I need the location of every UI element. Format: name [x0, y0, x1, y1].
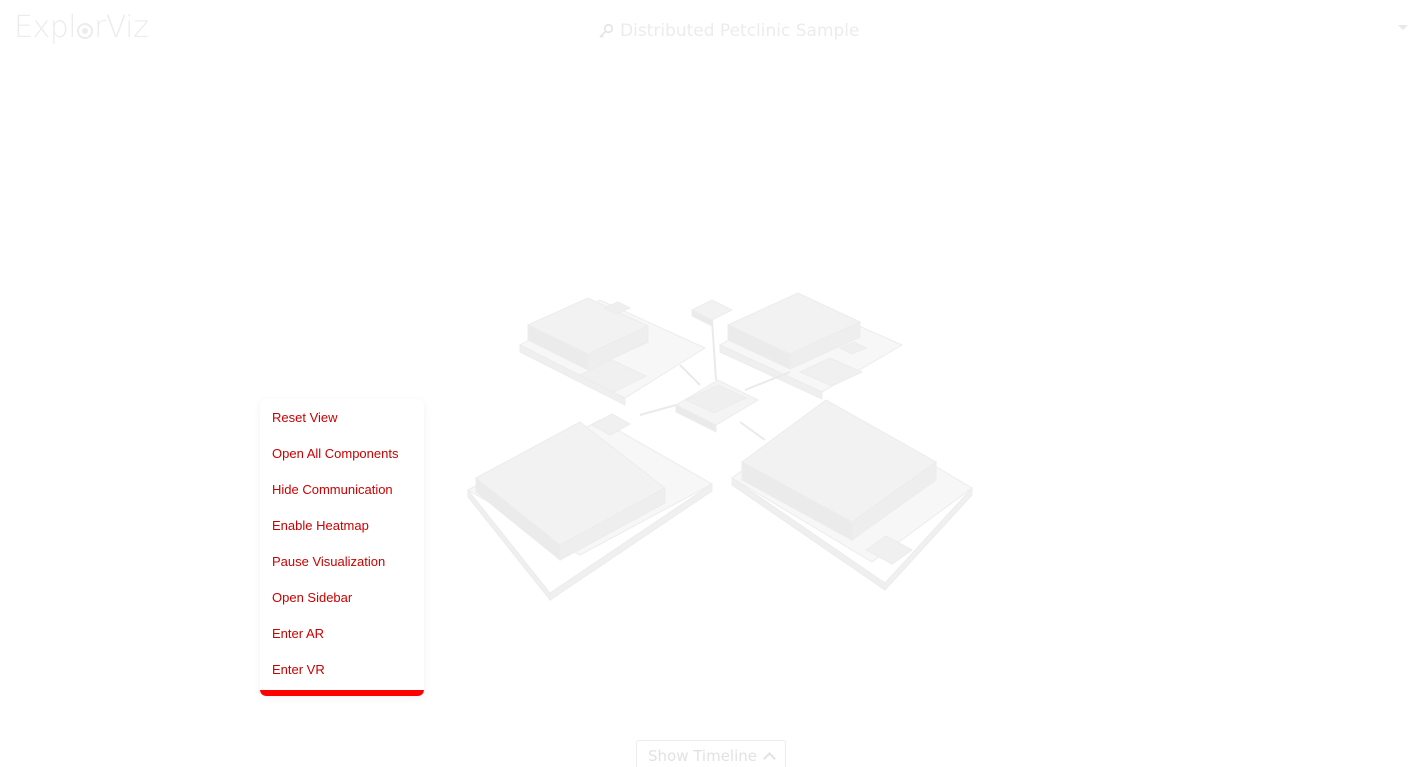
application-bottom-right[interactable]: [731, 399, 973, 592]
context-menu: Reset View Open All Components Hide Comm…: [260, 399, 424, 696]
logo-text-end: rViz: [94, 10, 149, 45]
landscape-selector[interactable]: Distributed Petclinic Sample: [598, 21, 860, 41]
eye-icon: [77, 22, 94, 39]
menu-item-enter-ar[interactable]: Enter AR: [272, 624, 324, 644]
show-timeline-button[interactable]: Show Timeline: [636, 740, 786, 767]
visualization-canvas[interactable]: [0, 0, 1424, 767]
top-navbar: Expl rViz Distributed Petclinic Sample: [0, 0, 1424, 64]
key-icon: [598, 23, 614, 39]
menu-item-hide-communication[interactable]: Hide Communication: [272, 480, 393, 500]
show-timeline-label: Show Timeline: [647, 746, 758, 765]
menu-item-open-sidebar[interactable]: Open Sidebar: [272, 588, 352, 608]
menu-item-enter-vr[interactable]: Enter VR: [272, 660, 325, 680]
application-top-left[interactable]: [518, 297, 707, 406]
landscape-title: Distributed Petclinic Sample: [620, 21, 860, 41]
caret-down-icon[interactable]: [1398, 25, 1408, 30]
menu-item-enable-heatmap[interactable]: Enable Heatmap: [272, 516, 369, 536]
menu-item-pause-visualization[interactable]: Pause Visualization: [272, 552, 385, 572]
chevron-up-icon: [763, 751, 776, 765]
application-top-right[interactable]: [718, 292, 904, 400]
menu-item-reset-view[interactable]: Reset View: [272, 408, 338, 428]
explorviz-app: Expl rViz Distributed Petclinic Sample R…: [0, 0, 1424, 767]
menu-item-open-all-components[interactable]: Open All Components: [272, 444, 398, 464]
logo-text-start: Expl: [14, 10, 77, 45]
node-center[interactable]: [674, 379, 760, 433]
explorviz-logo[interactable]: Expl rViz: [14, 10, 149, 45]
application-bottom-left[interactable]: [466, 413, 714, 602]
